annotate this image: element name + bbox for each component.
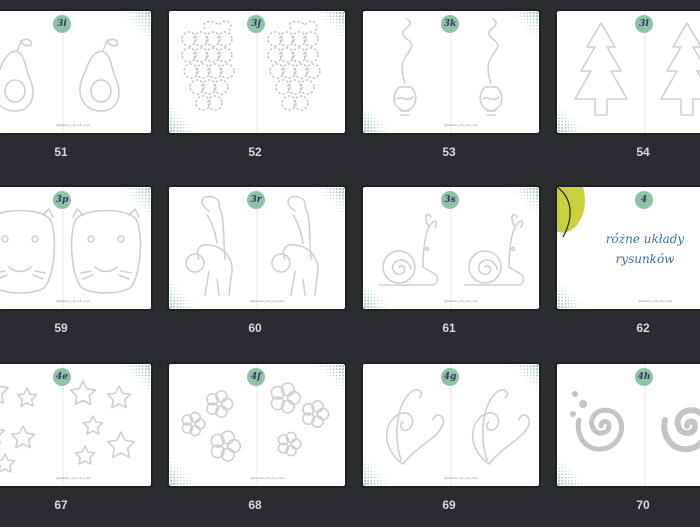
page-illustration bbox=[0, 364, 151, 486]
page-thumbnail[interactable]: 3k @dziecko_rob_rob_most 53 bbox=[361, 9, 541, 174]
section-title-line: różne układy bbox=[605, 232, 685, 246]
page-thumbnail[interactable]: 4g @dziecko_rob_rob_most 69 bbox=[361, 362, 541, 527]
page-number: 54 bbox=[636, 145, 650, 159]
page-number: 59 bbox=[54, 321, 68, 335]
author-handle: @dziecko_rob_rob_most bbox=[444, 299, 478, 303]
page-preview-card[interactable]: 4e @dziecko_rob_rob_most bbox=[0, 362, 153, 488]
section-title: różne układy rysunków bbox=[597, 229, 693, 269]
page-preview-card[interactable]: 3r @dziecko_rob_rob_most bbox=[167, 185, 347, 311]
page-number: 62 bbox=[636, 321, 650, 335]
page-thumbnail[interactable]: 3l 54 bbox=[555, 9, 700, 174]
page-number: 68 bbox=[248, 498, 262, 512]
page-number: 69 bbox=[442, 498, 456, 512]
author-handle: @dziecko_rob_rob_most bbox=[444, 476, 478, 480]
page-number: 67 bbox=[54, 498, 68, 512]
page-code-badge: 4e bbox=[53, 368, 71, 386]
page-preview-card[interactable]: 3l bbox=[555, 9, 700, 135]
page-thumbnail[interactable]: 3i @dziecko_rob_rob_most 51 bbox=[0, 9, 153, 174]
page-number: 52 bbox=[248, 145, 262, 159]
page-illustration bbox=[0, 11, 151, 133]
page-preview-card[interactable]: 3p @dziecko_rob_rob_most bbox=[0, 185, 153, 311]
page-thumbnail[interactable]: 3j 52 bbox=[167, 9, 347, 174]
page-thumbnail[interactable]: 3s @dziecko_rob_rob_most 61 bbox=[361, 185, 541, 350]
page-code-badge: 3s bbox=[441, 191, 459, 209]
page-thumbnail[interactable]: 4 różne układy rysunków @dziecko_rob_rob_mo… bbox=[555, 185, 700, 350]
page-code-badge: 4f bbox=[247, 368, 265, 386]
page-number: 51 bbox=[54, 145, 68, 159]
page-number: 53 bbox=[442, 145, 456, 159]
page-code-badge: 3i bbox=[53, 15, 71, 33]
page-number: 61 bbox=[442, 321, 456, 335]
page-code-badge: 3p bbox=[53, 191, 71, 209]
page-number: 70 bbox=[636, 498, 650, 512]
page-code-badge: 3l bbox=[635, 15, 653, 33]
page-preview-card[interactable]: 4 różne układy rysunków @dziecko_rob_rob_mo… bbox=[555, 185, 700, 311]
page-thumbnail[interactable]: 4e @dziecko_rob_rob_most 67 bbox=[0, 362, 153, 527]
page-code-badge: 4g bbox=[441, 368, 459, 386]
page-code-badge: 4 bbox=[635, 191, 653, 209]
page-thumbnail[interactable]: 4f @dziecko_rob_rob_most 68 bbox=[167, 362, 347, 527]
page-preview-card[interactable]: 4f @dziecko_rob_rob_most bbox=[167, 362, 347, 488]
page-thumbnail[interactable]: 3r @dziecko_rob_rob_most 60 bbox=[167, 185, 347, 350]
page-illustration bbox=[0, 187, 151, 309]
page-preview-card[interactable]: 3i @dziecko_rob_rob_most bbox=[0, 9, 153, 135]
page-code-badge: 3k bbox=[441, 15, 459, 33]
author-handle: @dziecko_rob_rob_most bbox=[638, 299, 672, 303]
author-handle: @dziecko_rob_rob_most bbox=[250, 476, 284, 480]
page-illustration bbox=[557, 364, 700, 486]
page-preview-card[interactable]: 3k @dziecko_rob_rob_most bbox=[361, 9, 541, 135]
page-code-badge: 3j bbox=[247, 15, 265, 33]
page-illustration bbox=[557, 11, 700, 133]
page-code-badge: 3r bbox=[247, 191, 265, 209]
page-preview-card[interactable]: 4h bbox=[555, 362, 700, 488]
page-thumbnail-grid: 3i @dziecko_rob_rob_most 51 3j 52 3k @dzieck… bbox=[0, 0, 700, 520]
author-handle: @dziecko_rob_rob_most bbox=[56, 299, 90, 303]
author-handle: @dziecko_rob_rob_most bbox=[56, 123, 90, 127]
author-handle: @dziecko_rob_rob_most bbox=[250, 299, 284, 303]
page-preview-card[interactable]: 4g @dziecko_rob_rob_most bbox=[361, 362, 541, 488]
page-preview-card[interactable]: 3j bbox=[167, 9, 347, 135]
page-preview-card[interactable]: 3s @dziecko_rob_rob_most bbox=[361, 185, 541, 311]
page-number: 60 bbox=[248, 321, 262, 335]
page-thumbnail[interactable]: 4h 70 bbox=[555, 362, 700, 527]
author-handle: @dziecko_rob_rob_most bbox=[56, 476, 90, 480]
page-thumbnail[interactable]: 3p @dziecko_rob_rob_most 59 bbox=[0, 185, 153, 350]
author-handle: @dziecko_rob_rob_most bbox=[444, 123, 478, 127]
page-code-badge: 4h bbox=[635, 368, 653, 386]
section-title-line: rysunków bbox=[615, 252, 675, 266]
